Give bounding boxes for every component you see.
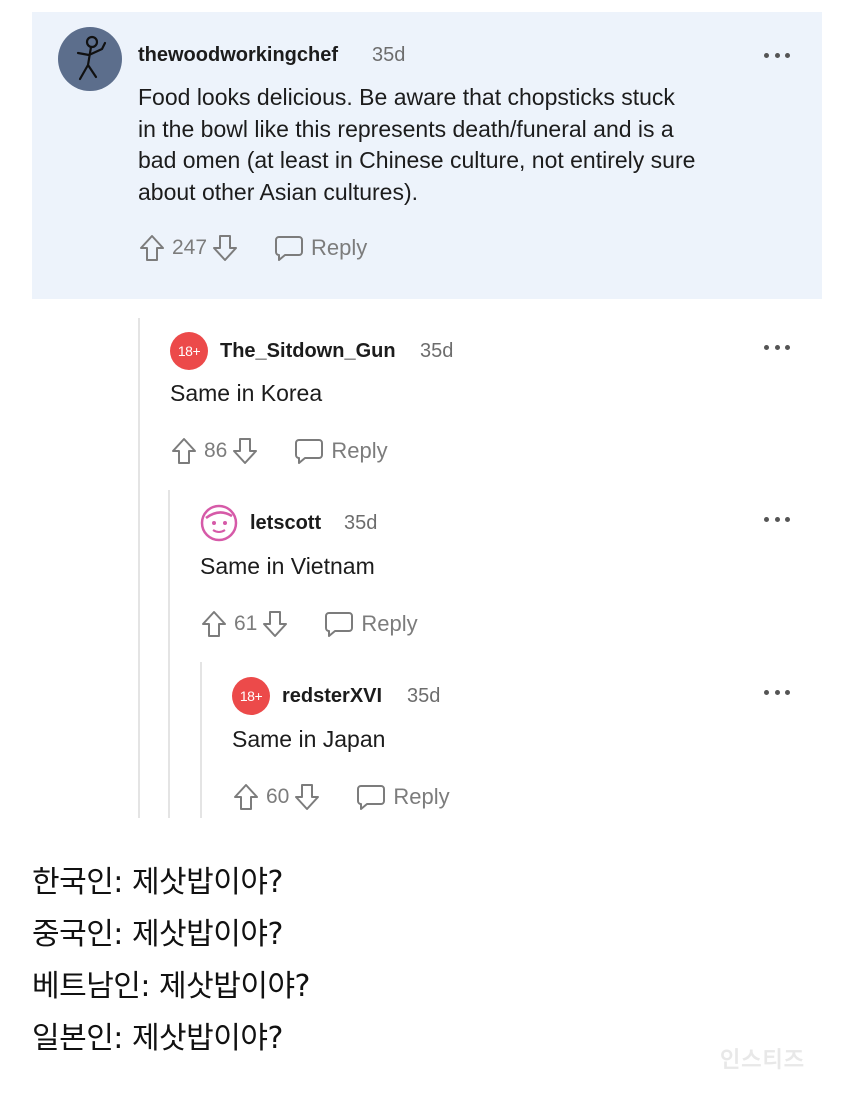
stick-figure-avatar[interactable]	[58, 27, 122, 91]
downvote-icon[interactable]	[261, 609, 289, 639]
comment-body-line: about other Asian cultures).	[138, 178, 418, 205]
comment-username[interactable]: thewoodworkingchef	[138, 44, 338, 67]
speech-bubble-icon	[295, 439, 324, 464]
more-options-icon[interactable]	[764, 343, 790, 351]
reply-label: Reply	[331, 438, 388, 463]
upvote-icon[interactable]	[138, 233, 166, 263]
comment-body-line: Food looks delicious. Be aware that chop…	[138, 84, 675, 110]
comment-body: Same in Korea	[170, 380, 323, 406]
thread-line[interactable]	[138, 318, 140, 818]
reply-label: Reply	[393, 784, 450, 809]
reply-button[interactable]: Reply	[323, 609, 418, 639]
reply-label: Reply	[361, 611, 418, 636]
comment-age: 35d	[344, 512, 378, 534]
vote-score: 60	[266, 785, 290, 808]
downvote-icon[interactable]	[293, 782, 321, 812]
upvote-icon[interactable]	[170, 436, 198, 466]
reply-button[interactable]: Reply	[293, 436, 388, 466]
thread-line[interactable]	[200, 662, 202, 818]
comment-username[interactable]: The_Sitdown_Gun	[220, 340, 396, 363]
comment-actions: 61 Reply	[200, 607, 418, 641]
downvote-icon[interactable]	[211, 233, 239, 263]
vote-score: 86	[204, 439, 228, 462]
face-avatar[interactable]	[200, 504, 238, 542]
downvote-icon[interactable]	[231, 436, 259, 466]
comment-body: Same in Japan	[232, 726, 386, 752]
watermark: 인스티즈	[720, 1048, 805, 1073]
comment-body-line: bad omen (at least in Chinese culture, n…	[138, 147, 696, 173]
comment-thread: thewoodworkingchef 35d Food looks delici…	[0, 0, 850, 830]
comment-actions: 247 Reply	[138, 231, 367, 265]
comment-username[interactable]: letscott	[250, 512, 321, 535]
vote-score: 61	[234, 612, 258, 635]
speech-bubble-icon	[275, 236, 304, 261]
upvote-icon[interactable]	[200, 609, 228, 639]
speech-bubble-icon	[325, 612, 354, 637]
speech-bubble-icon	[357, 785, 386, 810]
comment-body: Same in Vietnam	[200, 553, 375, 579]
caption-vietnamese: 베트남인: 제삿밥이야?	[32, 969, 310, 1004]
nsfw-avatar[interactable]: 18+	[232, 677, 270, 715]
upvote-icon[interactable]	[232, 782, 260, 812]
more-options-icon[interactable]	[764, 51, 790, 59]
thread-line[interactable]	[168, 490, 170, 818]
comment-age: 35d	[420, 340, 454, 362]
more-options-icon[interactable]	[764, 515, 790, 523]
reply-button[interactable]: Reply	[273, 233, 367, 263]
caption-korean: 한국인: 제삿밥이야?	[32, 865, 283, 900]
more-options-icon[interactable]	[764, 688, 790, 696]
caption-chinese: 중국인: 제삿밥이야?	[32, 917, 283, 952]
comment-age: 35d	[407, 685, 441, 707]
caption-japanese: 일본인: 제삿밥이야?	[32, 1021, 283, 1056]
comment-age: 35d	[372, 44, 406, 66]
reply-label: Reply	[311, 235, 368, 260]
comment-username[interactable]: redsterXVI	[282, 685, 382, 708]
reply-button[interactable]: Reply	[355, 782, 450, 812]
comment-body: Food looks delicious. Be aware that chop…	[138, 82, 808, 208]
comment-actions: 86 Reply	[170, 434, 388, 468]
nsfw-avatar[interactable]: 18+	[170, 332, 208, 370]
comment-body-line: in the bowl like this represents death/f…	[138, 115, 674, 142]
vote-score: 247	[172, 236, 208, 259]
comment-actions: 60 Reply	[232, 780, 450, 814]
